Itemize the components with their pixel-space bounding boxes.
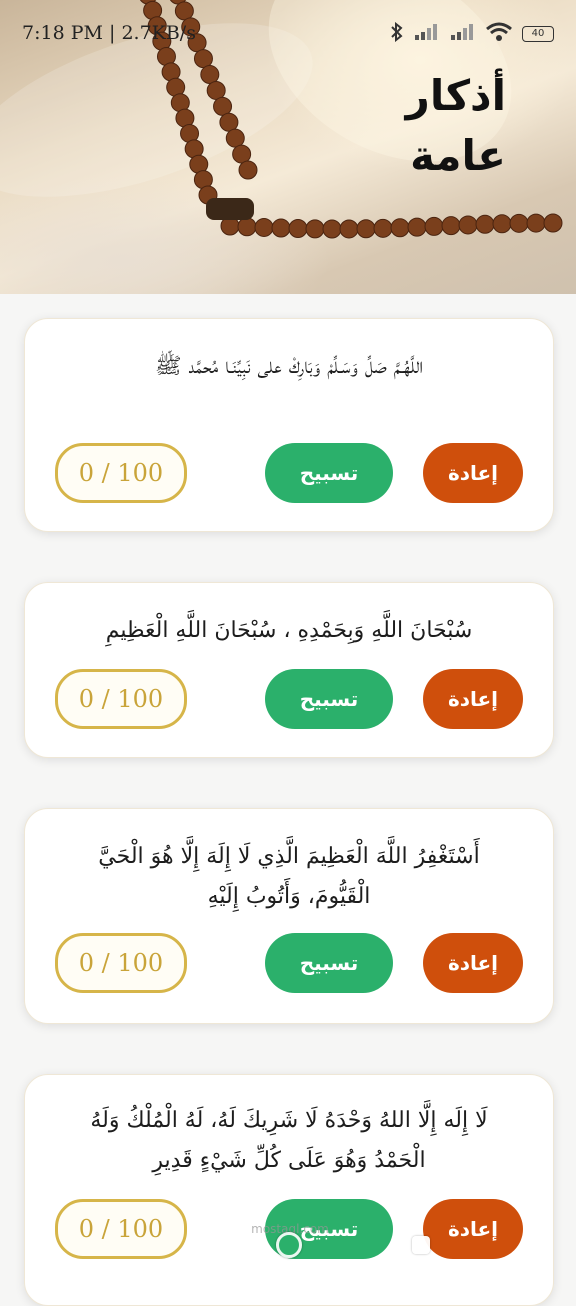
recents-nav-icon[interactable]: [412, 1236, 430, 1254]
dhikr-card: لَا إِلَه إِلَّا اللهُ وَحْدَهُ لَا شَرِ…: [24, 1074, 554, 1306]
dhikr-card: اللَّهُـمَّ صَلِّ وَسَـلِّمْ وَبَارِكْ ع…: [24, 318, 554, 532]
header-banner: 7:18 PM | 2.7KB/s 40 أذكار عامة: [0, 0, 576, 294]
tasbih-button[interactable]: تسبيح: [265, 933, 393, 993]
signal-icon: [414, 23, 440, 45]
dhikr-text: سُبْحَانَ اللَّهِ وَبِحَمْدِهِ ، سُبْحَا…: [105, 618, 473, 643]
reset-button[interactable]: إعادة: [423, 1199, 523, 1259]
page-title: أذكار عامة: [405, 71, 506, 180]
dhikr-text: لَا إِلَه إِلَّا اللهُ وَحْدَهُ لَا شَرِ…: [90, 1108, 488, 1173]
status-bar: 7:18 PM | 2.7KB/s 40: [0, 0, 576, 66]
dhikr-card: أَسْتَغْفِرُ اللَّهَ الْعَظِيمَ الَّذِي …: [24, 808, 554, 1024]
signal-icon: [450, 23, 476, 45]
counter-display: 0 / 100: [55, 933, 187, 993]
home-nav-icon[interactable]: [276, 1232, 302, 1258]
counter-display: 0 / 100: [55, 669, 187, 729]
dhikr-card: سُبْحَانَ اللَّهِ وَبِحَمْدِهِ ، سُبْحَا…: [24, 582, 554, 758]
dhikr-text: أَسْتَغْفِرُ اللَّهَ الْعَظِيمَ الَّذِي …: [98, 844, 480, 909]
status-time: 7:18 PM | 2.7KB/s: [22, 22, 196, 44]
tasbih-button[interactable]: تسبيح: [265, 669, 393, 729]
reset-button[interactable]: إعادة: [423, 933, 523, 993]
bluetooth-icon: [390, 21, 404, 46]
counter-display: 0 / 100: [55, 1199, 187, 1259]
reset-button[interactable]: إعادة: [423, 669, 523, 729]
status-icons: 40: [390, 21, 554, 46]
counter-display: 0 / 100: [55, 443, 187, 503]
dhikr-text: اللَّهُـمَّ صَلِّ وَسَـلِّمْ وَبَارِكْ ع…: [154, 354, 424, 379]
battery-icon: 40: [522, 26, 554, 42]
tasbih-button[interactable]: تسبيح: [265, 443, 393, 503]
reset-button[interactable]: إعادة: [423, 443, 523, 503]
wifi-icon: [486, 22, 512, 46]
